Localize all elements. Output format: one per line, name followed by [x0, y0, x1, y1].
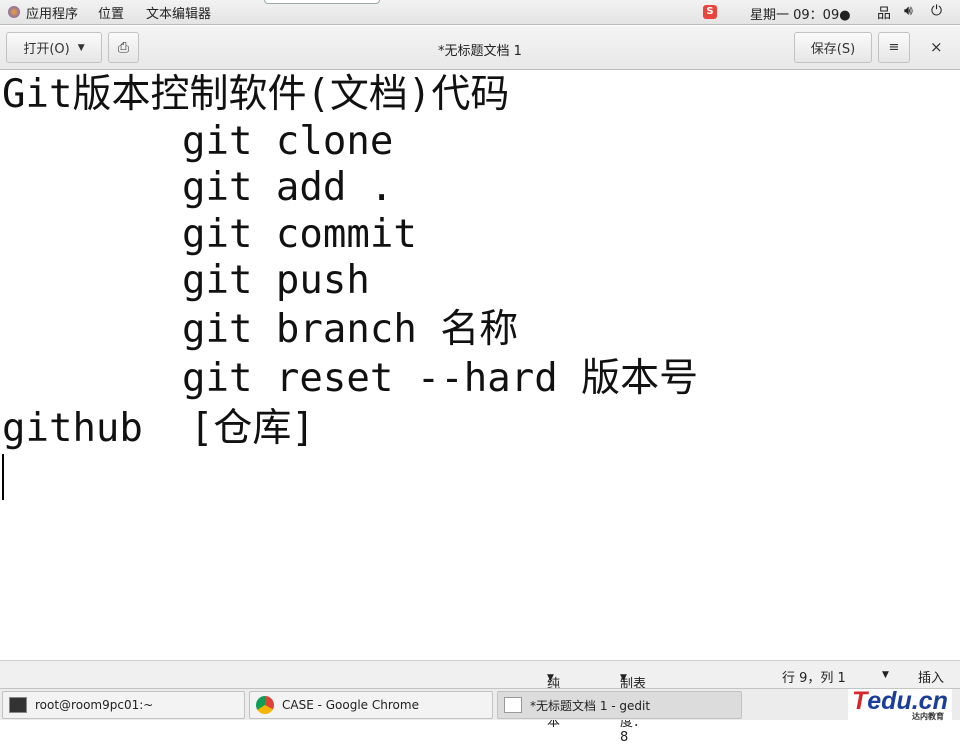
taskbar-item-terminal[interactable]: root@room9pc01:~ — [2, 691, 245, 719]
tedu-logo: Tedu.cn 达内教育 — [848, 689, 952, 721]
header-bar: 打开(O) ▼ ⎙ *无标题文档 1 保存(S) ≡ × — [0, 26, 960, 70]
cursor-position[interactable]: 行 9，列 1 — [782, 667, 846, 686]
editor-line — [0, 453, 960, 501]
save-label: 保存(S) — [810, 42, 856, 57]
app-menu[interactable]: 文本编辑器 — [146, 3, 211, 22]
taskbar: root@room9pc01:~ CASE - Google Chrome *无… — [0, 688, 960, 721]
save-button[interactable]: 保存(S) — [794, 32, 872, 63]
applications-menu[interactable]: 应用程序 — [8, 3, 78, 22]
gedit-icon — [504, 697, 522, 713]
task-label: *无标题文档 1 - gedit — [530, 698, 651, 713]
search-box[interactable] — [264, 0, 380, 4]
editor-line: git branch 名称 — [182, 306, 519, 352]
task-label: CASE - Google Chrome — [282, 698, 419, 712]
editor-line: git commit — [182, 211, 417, 257]
editor-line: Git版本控制软件(文档)代码 — [2, 72, 510, 117]
clock[interactable]: 星期一 09：09● — [750, 4, 851, 23]
text-cursor — [2, 453, 4, 500]
chevron-down-icon: ▼ — [620, 673, 627, 683]
chevron-down-icon[interactable]: ▼ — [882, 670, 889, 680]
terminal-icon — [9, 697, 27, 713]
editor-line: github [仓库] — [2, 405, 339, 451]
places-menu[interactable]: 位置 — [98, 3, 124, 22]
applications-icon — [8, 6, 20, 18]
chevron-down-icon: ▼ — [547, 673, 554, 683]
top-panel: 应用程序 位置 文本编辑器 S 星期一 09：09● 品 🔊︎ ⏻ — [0, 0, 960, 25]
power-icon[interactable]: ⏻ — [931, 3, 942, 19]
editor-line: git add . — [182, 165, 394, 210]
input-method-icon[interactable]: S — [703, 5, 717, 19]
network-icon[interactable]: 品 — [877, 3, 891, 23]
task-label: root@room9pc01:~ — [35, 698, 154, 712]
hamburger-icon: ≡ — [888, 40, 900, 55]
close-icon[interactable]: × — [930, 38, 943, 56]
text-editor[interactable]: Git版本控制软件(文档)代码 git clone git add . git … — [0, 72, 960, 660]
insert-mode[interactable]: 插入 — [918, 667, 944, 686]
volume-icon[interactable]: 🔊︎ — [904, 3, 913, 19]
editor-line: git push — [182, 258, 370, 303]
menu-button[interactable]: ≡ — [878, 32, 910, 63]
editor-line: git clone — [182, 118, 394, 164]
taskbar-item-chrome[interactable]: CASE - Google Chrome — [249, 691, 493, 719]
applications-label: 应用程序 — [26, 6, 79, 22]
status-bar: 纯文本 ▼ 制表符宽度：8 ▼ 行 9，列 1 ▼ 插入 — [0, 660, 960, 745]
taskbar-item-gedit[interactable]: *无标题文档 1 - gedit — [497, 691, 742, 719]
editor-line: git reset --hard 版本号 — [182, 355, 699, 401]
chrome-icon — [256, 696, 274, 714]
